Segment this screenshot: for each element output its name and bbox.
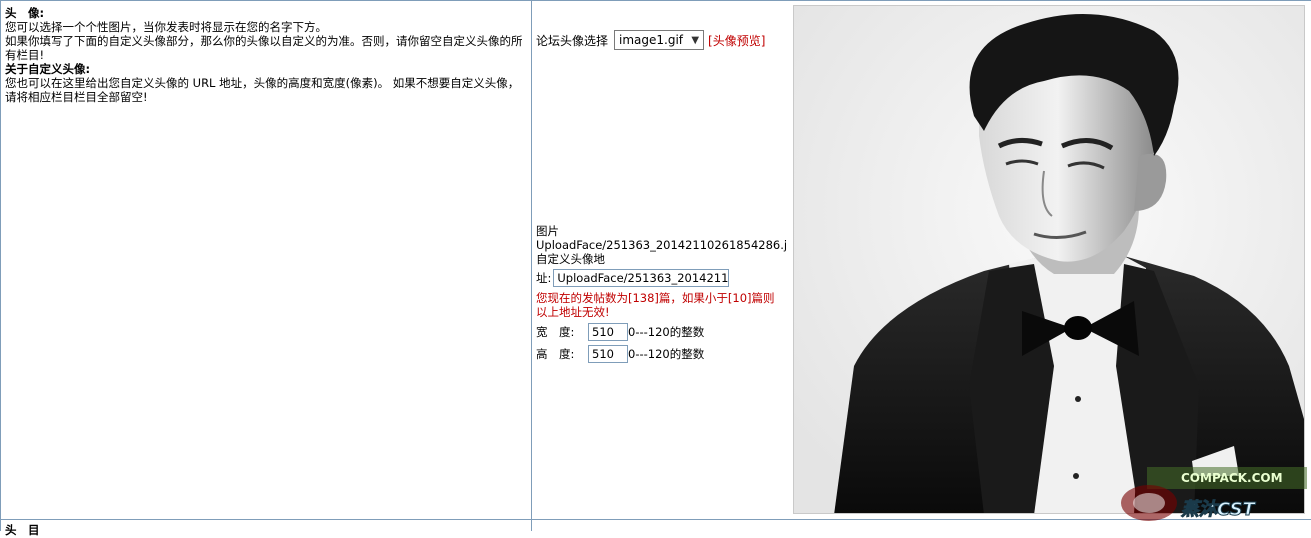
forum-avatar-selected: image1.gif [619,33,684,47]
uploaded-file-path: UploadFace/251363_20142110261854286.jpg [536,238,786,252]
avatar-description-cell: 头 像: 您可以选择一个个性图片，当你发表时将显示在您的名字下方。 如果你填写了… [5,6,525,104]
avatar-preview-link[interactable]: [头像预览] [708,32,765,49]
width-row: 宽 度: 510 0---120的整数 [536,323,786,341]
custom-avatar-block: 图片 UploadFace/251363_20142110261854286.j… [536,224,786,363]
address-label-line1: 自定义头像地 [536,252,605,266]
address-row: 址: UploadFace/251363_20142110261854286.j… [536,269,786,287]
post-count-warning: 您现在的发帖数为[138]篇，如果小于[10]篇则以上地址无效! [536,291,775,319]
site-watermark-logo: COMPACK.COM 蒸沐CST [1119,465,1309,523]
watermark-site-text: COMPACK.COM [1181,471,1283,485]
avatar-controls-cell: 论坛头像选择 image1.gif ▼ [头像预览] 图片 UploadFace… [536,0,791,520]
avatar-url-input[interactable]: UploadFace/251363_20142110261854286.jpg [553,269,730,287]
picture-label: 图片 [536,224,559,238]
portrait-photo [794,6,1304,513]
width-input[interactable]: 510 [588,323,628,341]
next-row-label: 头 目 [5,523,40,537]
height-label: 高 度: [536,347,575,361]
forum-avatar-row: 论坛头像选择 image1.gif ▼ [头像预览] [536,28,765,52]
height-input[interactable]: 510 [588,345,628,363]
height-row: 高 度: 510 0---120的整数 [536,345,786,363]
chevron-down-icon: ▼ [691,34,700,46]
avatar-heading: 头 像: [5,6,45,20]
avatar-desc-line1: 您可以选择一个个性图片，当你发表时将显示在您的名字下方。 [5,20,327,34]
forum-avatar-label: 论坛头像选择 [536,33,609,48]
custom-avatar-desc: 您也可以在这里给出您自定义头像的 URL 地址，头像的高度和宽度(像素)。 如果… [5,76,520,104]
address-label-line2: 址: [536,271,552,285]
height-hint: 0---120的整数 [628,347,705,361]
avatar-preview-image [793,5,1305,514]
column-divider [531,0,532,531]
width-hint: 0---120的整数 [628,325,705,339]
profile-form-table: 头 像: 您可以选择一个个性图片，当你发表时将显示在您的名字下方。 如果你填写了… [0,0,1311,537]
custom-avatar-heading: 关于自定义头像: [5,62,91,76]
forum-avatar-select[interactable]: image1.gif ▼ [614,30,705,50]
width-label: 宽 度: [536,325,575,339]
watermark-logo-text: 蒸沐CST [1181,499,1257,520]
avatar-desc-line2: 如果你填写了下面的自定义头像部分，那么你的头像以自定义的为准。否则，请你留空自定… [5,34,523,62]
